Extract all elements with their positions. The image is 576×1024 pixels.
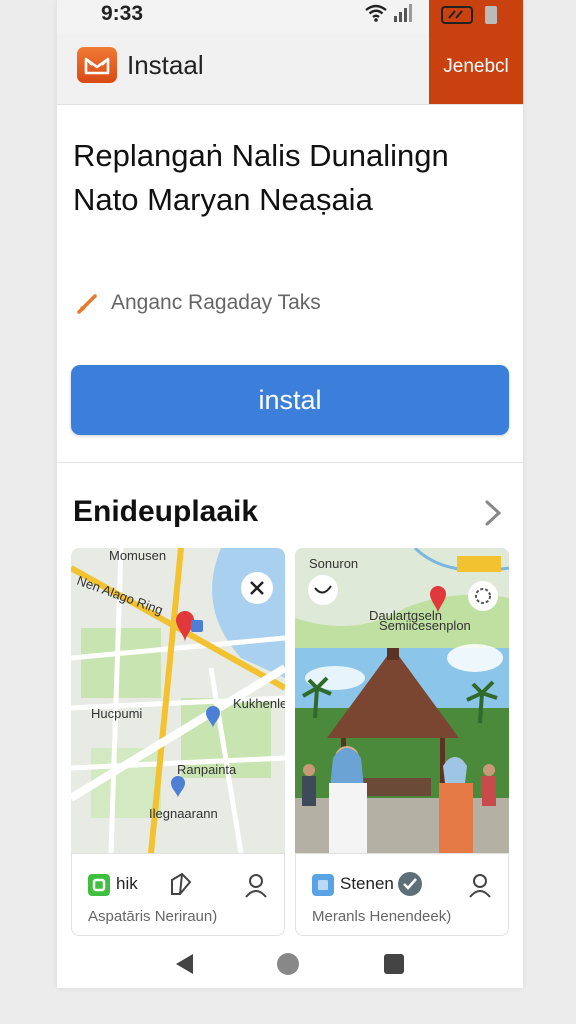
phone-screen: 9:33 Instaal Jenebcl Replangaṅ Nalis Dun… xyxy=(57,0,523,988)
location-badge-icon xyxy=(88,874,110,896)
signal-icon xyxy=(394,4,412,22)
subtitle-row: Anganc Ragaday Taks xyxy=(75,290,321,316)
app-listing-title: Replangaṅ Nalis Dunalingn Nato Maryan Ne… xyxy=(73,138,449,217)
photo-screenshot: Sonuron Daulartgseln Semiicesenplon xyxy=(295,548,509,853)
screenshot-card-map[interactable]: Momusen Nen Alago Ring Hucpumi Kukhenle r… xyxy=(71,548,285,936)
map-label: Momusen xyxy=(109,548,166,563)
app-logo-icon xyxy=(77,47,117,83)
card-footer: hik Aspatāris Neriraun) xyxy=(71,853,285,936)
app-subtitle: Anganc Ragaday Taks xyxy=(111,291,321,314)
section-title: Enideuplaaik xyxy=(73,495,259,528)
share-icon[interactable] xyxy=(168,870,194,898)
recents-icon[interactable] xyxy=(383,953,405,975)
card-footer-label: Stenen xyxy=(340,874,394,893)
card-footer: Stenen Meranls Henendeek) xyxy=(295,853,509,936)
map-label: Sonuron xyxy=(309,556,358,571)
card-footer-subtitle: Aspatāris Neriraun) xyxy=(88,908,218,925)
photo-badge-icon xyxy=(312,874,334,896)
app-title: Instaal xyxy=(127,50,204,80)
app-bar: Instaal Jenebcl xyxy=(57,0,523,105)
system-nav-bar xyxy=(57,940,523,988)
person-icon[interactable] xyxy=(468,872,492,898)
map-screenshot: Momusen Nen Alago Ring Hucpumi Kukhenle r… xyxy=(71,548,285,853)
divider xyxy=(57,462,523,463)
home-icon[interactable] xyxy=(276,952,300,976)
wifi-icon xyxy=(365,4,387,22)
person-icon[interactable] xyxy=(244,872,268,898)
card-footer-label: hik xyxy=(116,874,138,893)
map-label: Ranpainta xyxy=(177,762,237,777)
card-footer-subtitle: Meranls Henendeek) xyxy=(312,908,452,925)
chevron-right-icon[interactable] xyxy=(481,498,505,528)
status-icons xyxy=(365,4,413,22)
battery-icon xyxy=(441,6,497,24)
check-badge-icon[interactable] xyxy=(396,870,424,898)
pencil-icon xyxy=(77,294,97,314)
back-icon[interactable] xyxy=(173,952,195,976)
map-label: Semiicesenplon xyxy=(379,618,471,633)
status-time: 9:33 xyxy=(101,2,144,25)
map-label: Hucpumi xyxy=(91,706,142,721)
install-button-label: instal xyxy=(258,384,322,415)
map-label: Kukhenler xyxy=(233,696,285,711)
map-label: Ilegnaarann xyxy=(149,806,218,821)
install-button[interactable]: instal xyxy=(71,365,509,435)
app-bar-action-label: Jenebcl xyxy=(443,56,509,77)
screenshot-card-photo[interactable]: Sonuron Daulartgseln Semiicesenplon Sten… xyxy=(295,548,509,936)
